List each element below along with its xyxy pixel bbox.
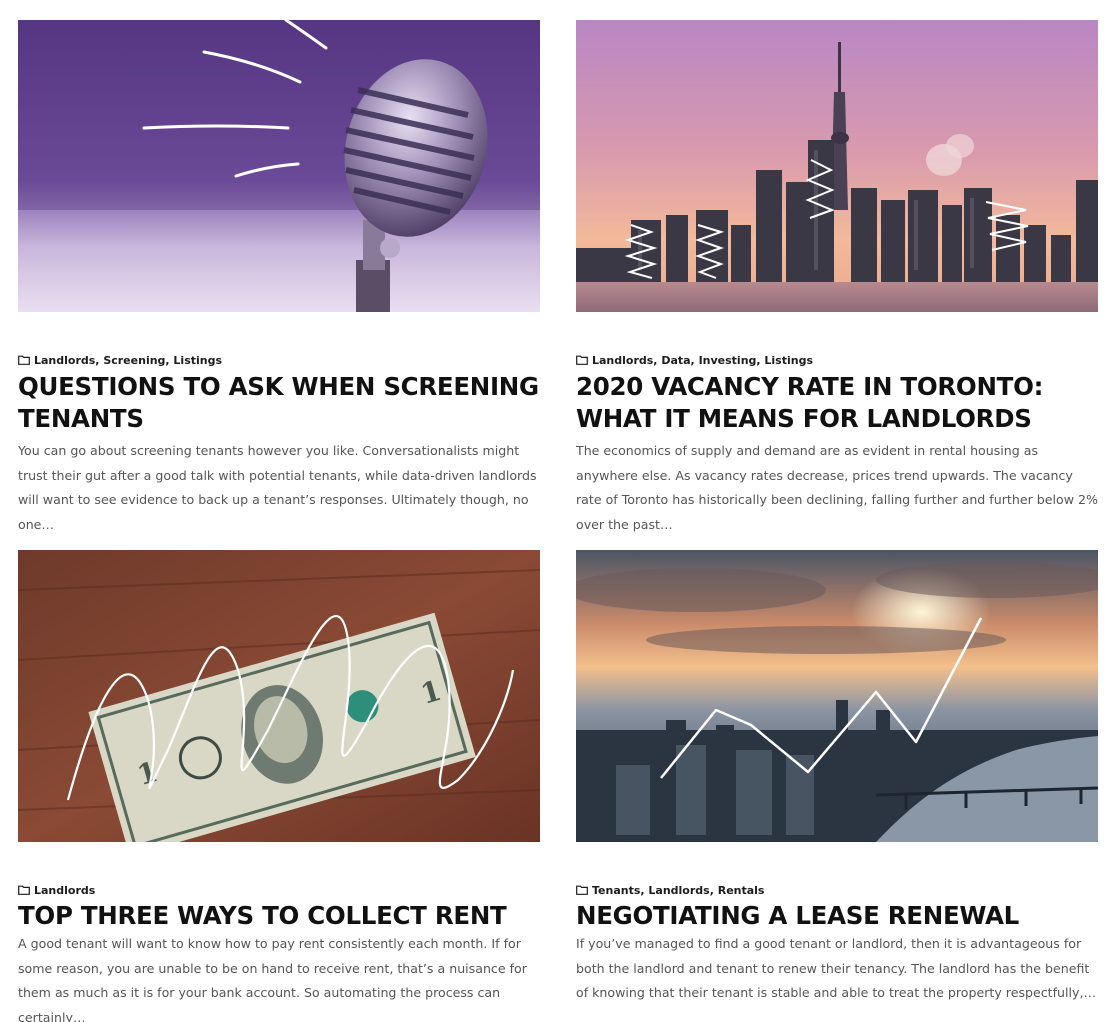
blog-post-grid: Landlords, Screening, Listings QUESTIONS… [0, 0, 1115, 1022]
folder-icon [576, 355, 588, 365]
post-categories: Landlords, Data, Investing, Listings [576, 352, 1098, 368]
post-categories: Landlords, Screening, Listings [18, 352, 540, 368]
post-card: 1 1 Landlords TOP THREE WAYS TO COLLECT … [18, 550, 540, 1022]
category-links[interactable]: Landlords, Screening, Listings [34, 354, 222, 367]
post-title[interactable]: NEGOTIATING A LEASE RENEWAL [576, 900, 1098, 932]
post-card: Landlords, Screening, Listings QUESTIONS… [18, 20, 540, 537]
post-thumbnail-toronto[interactable] [576, 20, 1098, 312]
city-sunrise-photo [576, 550, 1098, 842]
post-title[interactable]: 2020 VACANCY RATE IN TORONTO: WHAT IT ME… [576, 371, 1098, 435]
post-title[interactable]: QUESTIONS TO ASK WHEN SCREENING TENANTS [18, 371, 540, 435]
post-title[interactable]: TOP THREE WAYS TO COLLECT RENT [18, 900, 540, 932]
post-thumbnail-dollar[interactable]: 1 1 [18, 550, 540, 842]
microphone-photo [18, 20, 540, 312]
folder-icon [18, 355, 30, 365]
post-categories: Landlords [18, 882, 540, 898]
category-links[interactable]: Landlords [34, 884, 95, 897]
post-card: Tenants, Landlords, Rentals NEGOTIATING … [576, 550, 1098, 1006]
category-links[interactable]: Tenants, Landlords, Rentals [592, 884, 764, 897]
post-thumbnail-city-sunrise[interactable] [576, 550, 1098, 842]
dollar-bill-photo: 1 1 [18, 550, 540, 842]
toronto-skyline-photo [576, 20, 1098, 312]
folder-icon [576, 885, 588, 895]
post-thumbnail-microphone[interactable] [18, 20, 540, 312]
post-card: Landlords, Data, Investing, Listings 202… [576, 20, 1098, 537]
category-links[interactable]: Landlords, Data, Investing, Listings [592, 354, 813, 367]
post-excerpt: If you’ve managed to find a good tenant … [576, 936, 1097, 1000]
post-excerpt: You can go about screening tenants howev… [18, 443, 537, 532]
post-categories: Tenants, Landlords, Rentals [576, 882, 1098, 898]
folder-icon [18, 885, 30, 895]
post-excerpt: A good tenant will want to know how to p… [18, 936, 527, 1022]
post-excerpt: The economics of supply and demand are a… [576, 443, 1098, 532]
